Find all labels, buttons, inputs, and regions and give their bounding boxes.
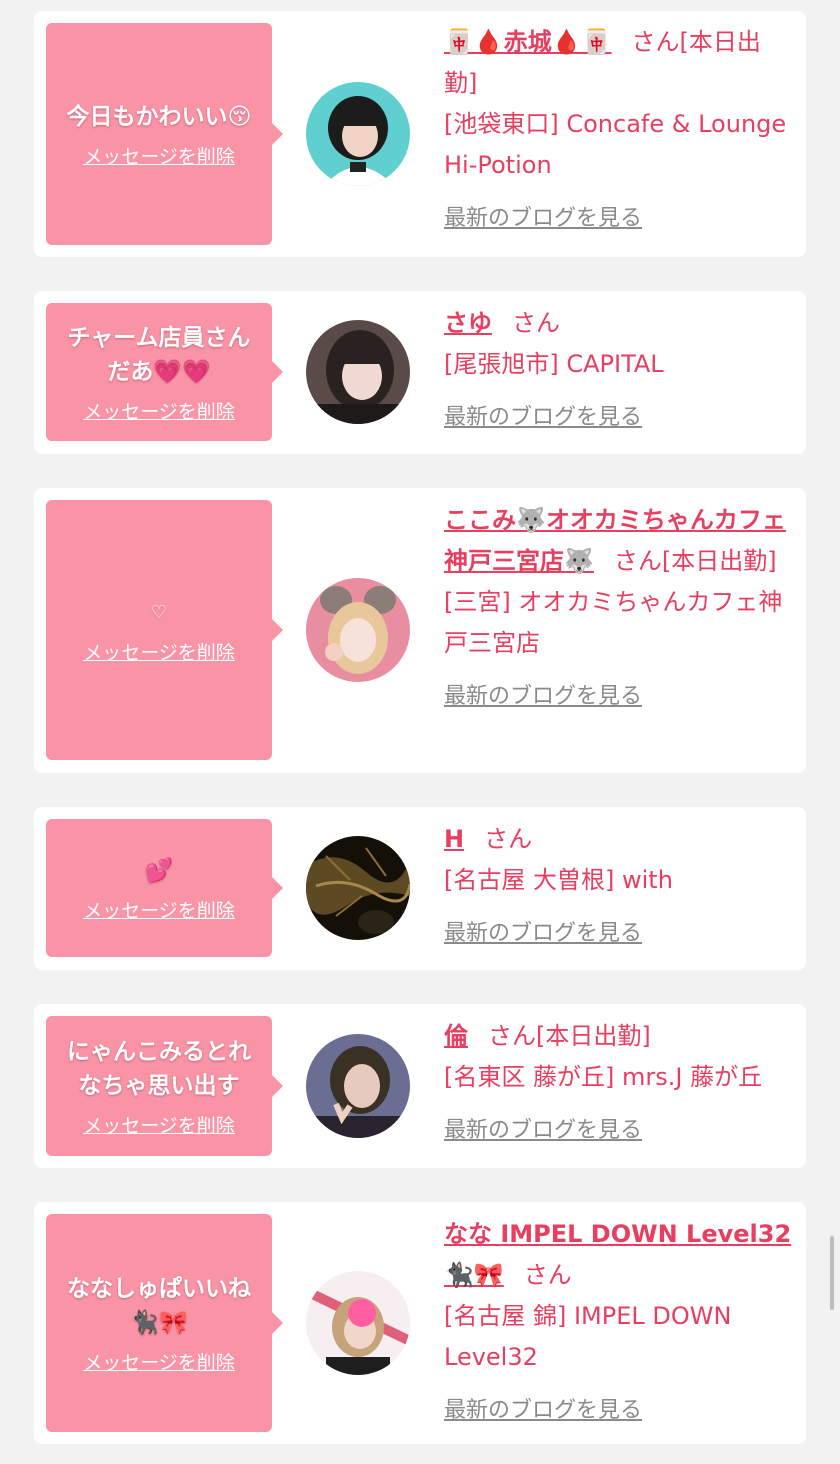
delete-message-link[interactable]: メッセージを削除	[83, 896, 235, 923]
latest-blog-link[interactable]: 最新のブログを見る	[444, 1390, 794, 1431]
delete-message-link[interactable]: メッセージを削除	[83, 1111, 235, 1138]
cast-info: H さん [名古屋 大曽根] with 最新のブログを見る	[444, 819, 794, 954]
shop-label: [名古屋 錦] IMPEL DOWN Level32	[444, 1302, 732, 1371]
message-bubble: 今日もかわいい😚 メッセージを削除	[46, 23, 283, 245]
shift-badge: [本日出勤]	[536, 1022, 651, 1050]
delete-message-link[interactable]: メッセージを削除	[83, 638, 235, 665]
avatar[interactable]	[306, 82, 410, 186]
message-text: にゃんこみるとれなちゃ思い出す	[67, 1038, 251, 1099]
cast-info: ここみ🐺オオカミちゃんカフェ神戸三宮店🐺 さん[本日出勤] [三宮] オオカミちゃ…	[444, 500, 794, 717]
latest-blog-link[interactable]: 最新のブログを見る	[444, 676, 794, 717]
avatar[interactable]	[306, 836, 410, 940]
message-text: チャーム店員さんだあ💗💗	[67, 324, 251, 385]
latest-blog-link[interactable]: 最新のブログを見る	[444, 1110, 794, 1151]
delete-message-link[interactable]: メッセージを削除	[83, 1348, 235, 1375]
shop-label: [尾張旭市] CAPITAL	[444, 350, 664, 378]
cast-name-link[interactable]: 倫	[444, 1022, 468, 1050]
message-text: ななしゅぱいいね🐈‍⬛🎀	[67, 1275, 251, 1336]
cast-name-link[interactable]: なな IMPEL DOWN Level32 🐈‍⬛🎀	[444, 1220, 791, 1289]
message-bubble: ♡ メッセージを削除	[46, 500, 283, 760]
cast-info: さゆ さん [尾張旭市] CAPITAL 最新のブログを見る	[444, 303, 794, 438]
message-bubble: チャーム店員さんだあ💗💗 メッセージを削除	[46, 303, 283, 441]
san-label: さん	[523, 1261, 572, 1289]
message-card: 今日もかわいい😚 メッセージを削除 🀄🩸赤城🩸🀄 さん[本日出勤] [池袋東口] …	[34, 11, 806, 257]
san-label: さん	[613, 547, 662, 575]
message-text: 💕	[144, 857, 174, 884]
message-card: ななしゅぱいいね🐈‍⬛🎀 メッセージを削除 なな IMPEL DOWN Leve…	[34, 1202, 806, 1444]
scrollbar-thumb[interactable]	[830, 1236, 834, 1310]
cast-name-link[interactable]: H	[444, 825, 464, 853]
message-card: 💕 メッセージを削除 H さん [名古屋 大曽根] with 最新のブログを見る	[34, 807, 806, 970]
latest-blog-link[interactable]: 最新のブログを見る	[444, 397, 794, 438]
delete-message-link[interactable]: メッセージを削除	[83, 397, 235, 424]
message-bubble: 💕 メッセージを削除	[46, 819, 283, 957]
san-label: さん	[484, 825, 533, 853]
message-card: ♡ メッセージを削除 ここみ🐺オオカミちゃんカフェ神戸三宮店🐺 さん[本日出勤] …	[34, 488, 806, 773]
latest-blog-link[interactable]: 最新のブログを見る	[444, 913, 794, 954]
san-label: さん	[488, 1022, 536, 1050]
shop-label: [名東区 藤が丘] mrs.J 藤が丘	[444, 1063, 763, 1091]
shift-badge: [本日出勤]	[661, 547, 777, 575]
cast-info: 🀄🩸赤城🩸🀄 さん[本日出勤] [池袋東口] Concafe & Lounge H…	[444, 22, 794, 239]
cast-name-link[interactable]: さゆ	[444, 309, 492, 337]
cast-info: 倫さん[本日出勤] [名東区 藤が丘] mrs.J 藤が丘 最新のブログを見る	[444, 1016, 794, 1151]
avatar[interactable]	[306, 320, 410, 424]
message-card: チャーム店員さんだあ💗💗 メッセージを削除 さゆ さん [尾張旭市] CAPITA…	[34, 291, 806, 454]
avatar[interactable]	[306, 578, 410, 682]
cast-name-link[interactable]: 🀄🩸赤城🩸🀄	[444, 28, 612, 56]
san-label: さん	[512, 309, 560, 337]
latest-blog-link[interactable]: 最新のブログを見る	[444, 198, 794, 239]
message-bubble: にゃんこみるとれなちゃ思い出す メッセージを削除	[46, 1016, 283, 1156]
avatar[interactable]	[306, 1034, 410, 1138]
shop-label: [池袋東口] Concafe & Lounge Hi-Potion	[444, 110, 787, 179]
delete-message-link[interactable]: メッセージを削除	[83, 142, 235, 169]
cast-info: なな IMPEL DOWN Level32 🐈‍⬛🎀 さん [名古屋 錦] IMP…	[444, 1214, 794, 1431]
message-card: にゃんこみるとれなちゃ思い出す メッセージを削除 倫さん[本日出勤] [名東区 …	[34, 1004, 806, 1168]
message-bubble: ななしゅぱいいね🐈‍⬛🎀 メッセージを削除	[46, 1214, 283, 1432]
shop-label: [三宮] オオカミちゃんカフェ神戸三宮店	[444, 588, 783, 657]
avatar[interactable]	[306, 1271, 410, 1375]
message-text: 今日もかわいい😚	[66, 103, 252, 130]
message-text: ♡	[150, 601, 168, 623]
shop-label: [名古屋 大曽根] with	[444, 866, 673, 894]
san-label: さん	[631, 28, 680, 56]
